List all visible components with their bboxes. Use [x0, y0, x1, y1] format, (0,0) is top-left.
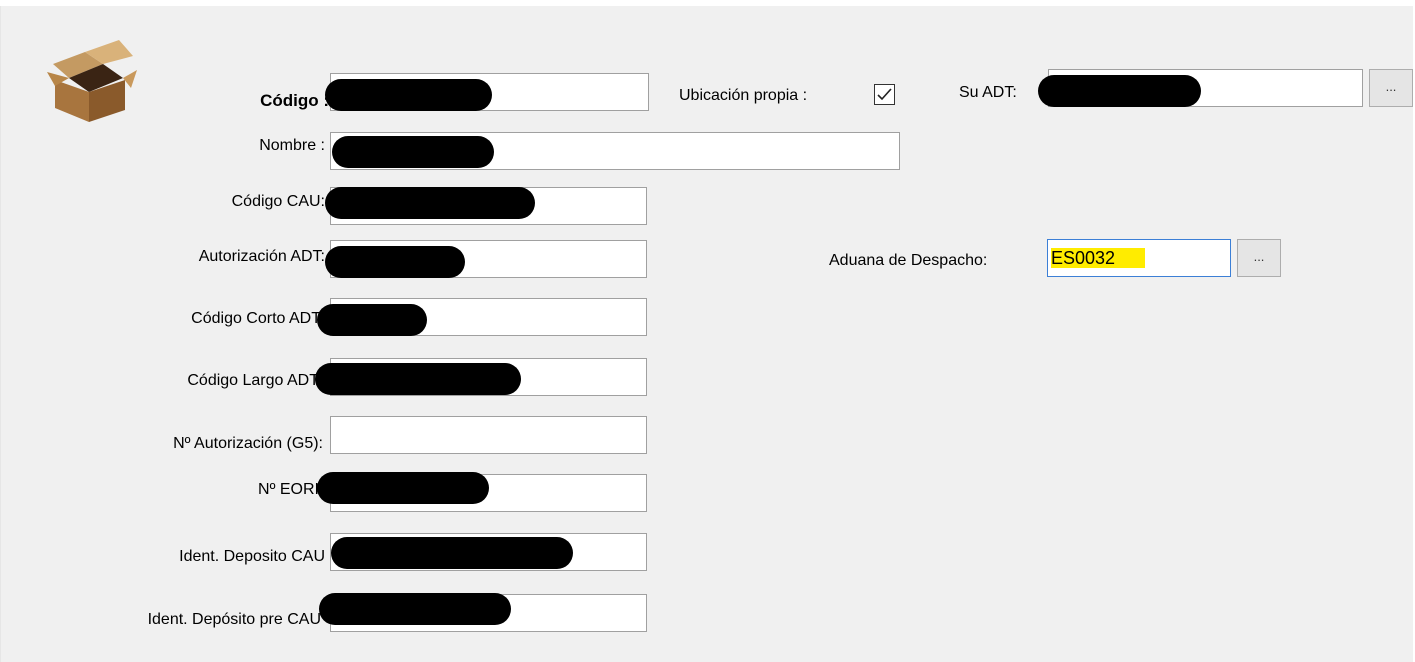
redaction-mark — [317, 304, 427, 336]
codigo-largo-adt-label: Código Largo ADT — [187, 372, 319, 389]
aduana-despacho-value: ES0032 — [1051, 248, 1146, 268]
codigo-cau-label: Código CAU: — [231, 193, 325, 210]
redaction-mark — [1038, 75, 1201, 107]
codigo-corto-adt-label: Código Corto ADT — [191, 310, 321, 327]
n-autorizacion-g5-label: Nº Autorización (G5): — [173, 435, 323, 452]
redaction-mark — [325, 79, 492, 111]
aduana-browse-button[interactable]: ... — [1237, 239, 1281, 277]
redaction-mark — [332, 136, 494, 168]
redaction-mark — [325, 246, 465, 278]
su-adt-browse-button[interactable]: ... — [1369, 69, 1413, 107]
codigo-label: Código : — [260, 91, 329, 110]
redaction-mark — [325, 187, 535, 219]
ubicacion-propia-label: Ubicación propia : — [679, 87, 808, 104]
box-icon — [45, 34, 139, 124]
su-adt-label: Su ADT: — [959, 84, 1017, 101]
ident-deposito-pre-cau-label: Ident. Depósito pre CAU — [147, 611, 321, 628]
autorizacion-adt-label: Autorización ADT: — [198, 248, 325, 265]
n-autorizacion-g5-input[interactable] — [330, 416, 647, 454]
redaction-mark — [315, 363, 521, 395]
ident-deposito-cau-label: Ident. Deposito CAU — [179, 548, 325, 565]
form-panel: Código : Ubicación propia : Su ADT: ... … — [0, 6, 1413, 662]
check-icon — [877, 88, 892, 101]
redaction-mark — [319, 593, 511, 625]
nombre-label: Nombre : — [259, 137, 325, 154]
n-eori-label: Nº EORI — [258, 481, 319, 498]
ubicacion-propia-checkbox[interactable] — [874, 84, 895, 105]
aduana-despacho-input[interactable]: ES0032 — [1047, 239, 1231, 277]
aduana-despacho-label: Aduana de Despacho: — [829, 252, 988, 269]
redaction-mark — [331, 537, 573, 569]
redaction-mark — [317, 472, 489, 504]
